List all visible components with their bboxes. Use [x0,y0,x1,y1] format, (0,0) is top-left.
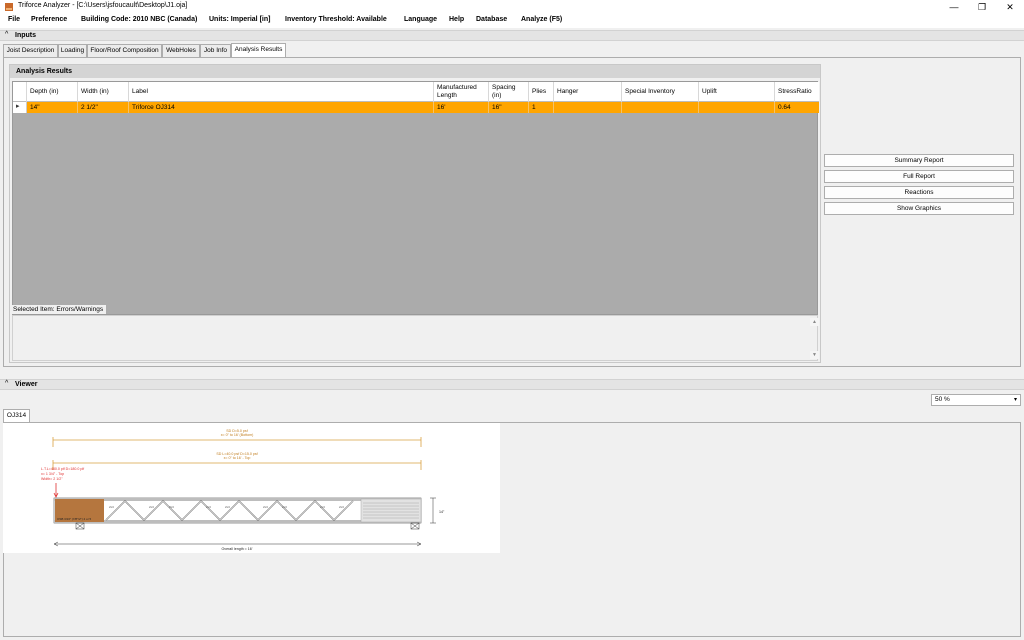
col-manufactured-length[interactable]: Manufactured Length [434,82,489,102]
menu-inventory-threshold[interactable]: Inventory Threshold: Available [285,16,387,23]
grid-header: Depth (in) Width (in) Label Manufactured… [13,82,819,102]
row-selector[interactable]: ▸ [13,102,27,113]
col-uplift[interactable]: Uplift [699,82,775,102]
web-label: 2x3 [263,505,268,509]
tab-job-info[interactable]: Job Info [200,44,231,57]
cell-length[interactable]: 16' [434,102,489,113]
support-left-icon [75,522,85,530]
app-icon [5,3,13,11]
full-report-button[interactable]: Full Report [824,170,1014,183]
menu-preference[interactable]: Preference [31,16,67,23]
col-hanger[interactable]: Hanger [554,82,622,102]
overall-length-line [53,541,422,547]
col-label[interactable]: Label [129,82,434,102]
tab-floor-roof-composition[interactable]: Floor/Roof Composition [87,44,162,57]
menu-units[interactable]: Units: Imperial [in] [209,16,270,23]
cell-special-inventory[interactable] [622,102,699,113]
point-load-text-1: L.T.L=480.0 plf D=180.0 plf [41,467,84,471]
web-label: 2x3 [339,505,344,509]
analysis-results-title: Analysis Results [16,68,73,75]
cell-depth[interactable]: 14" [27,102,78,113]
web-label: 2x3 [149,505,154,509]
close-icon[interactable]: ✕ [996,0,1024,14]
restore-icon[interactable]: ❐ [968,0,996,14]
errors-warnings-box[interactable]: ▲ ▼ [12,315,819,361]
live-load-line [52,460,422,470]
cell-plies[interactable]: 1 [529,102,554,113]
tab-webholes[interactable]: WebHoles [162,44,200,57]
cell-uplift[interactable] [699,102,775,113]
show-graphics-button[interactable]: Show Graphics [824,202,1014,215]
summary-report-button[interactable]: Summary Report [824,154,1014,167]
chevron-down-icon[interactable]: ▾ [1014,395,1017,405]
menu-analyze[interactable]: Analyze (F5) [521,16,562,23]
joist-body [53,497,422,524]
inputs-section-header[interactable]: ^ Inputs [0,30,1024,41]
analysis-results-panel: Analysis Results Depth (in) Width (in) L… [9,64,821,363]
web-label: 2x3 [225,505,230,509]
col-spacing[interactable]: Spacing (in) [489,82,529,102]
zoom-value: 50 % [935,396,950,403]
scroll-up-icon[interactable]: ▲ [810,318,819,326]
web-label: 2x3 [206,505,211,509]
web-label: 2x3 [282,505,287,509]
row-marker-icon: ▸ [16,103,20,110]
web-label: 2x3 [169,505,174,509]
col-plies[interactable]: Plies [529,82,554,102]
results-grid[interactable]: Depth (in) Width (in) Label Manufactured… [12,81,819,315]
col-stress-ratio[interactable]: StressRatio [775,82,819,102]
cell-width[interactable]: 2 1/2" [78,102,129,113]
menu-language[interactable]: Language [404,16,437,23]
analysis-results-header: Analysis Results [10,65,820,78]
dead-load-line [52,437,422,447]
viewer-section-title: Viewer [15,381,38,388]
scroll-down-icon[interactable]: ▼ [810,351,819,359]
web-label: 2x3 [109,505,114,509]
window-title: Triforce Analyzer - [C:\Users\jsfoucault… [18,2,188,9]
cell-spacing[interactable]: 16" [489,102,529,113]
joist-drawing-svg: SD D=5.0 psf x= 0" to 16' (Bottom) SD L=… [41,429,445,551]
depth-label: 14" [439,510,445,514]
menu-help[interactable]: Help [449,16,464,23]
point-load-text-3: Width= 2 1/2" [41,477,63,481]
inputs-section-title: Inputs [15,32,36,39]
title-bar: Triforce Analyzer - [C:\Users\jsfoucault… [0,0,1024,14]
menu-bar: File Preference Building Code: 2010 NBC … [0,14,1024,28]
menu-database[interactable]: Database [476,16,507,23]
tab-analysis-results[interactable]: Analysis Results [231,43,286,58]
joist-drawing[interactable]: SD D=5.0 psf x= 0" to 16' (Bottom) SD L=… [3,423,500,553]
zoom-select[interactable]: 50 % ▾ [931,394,1021,406]
menu-file[interactable]: File [8,16,20,23]
cell-stress-ratio[interactable]: 0.64 [775,102,819,113]
support-right-icon [410,522,420,530]
cell-hanger[interactable] [554,102,622,113]
reactions-button[interactable]: Reactions [824,186,1014,199]
point-load-arrow-icon [53,483,59,498]
cell-label[interactable]: Triforce OJ314 [129,102,434,113]
tab-loading[interactable]: Loading [58,44,87,57]
live-load-range: x= 0" to 16' - Top [224,456,251,460]
menu-building-code[interactable]: Building Code: 2010 NBC (Canada) [81,16,197,23]
point-load-text-2: x= 1 3/4" - Top [41,472,64,476]
chevron-up-icon[interactable]: ^ [5,380,8,387]
grid-corner [13,82,27,102]
selected-item-label: Selected Item: Errors/Warnings [12,305,106,314]
col-depth[interactable]: Depth (in) [27,82,78,102]
viewer-section-header[interactable]: ^ Viewer [0,379,1024,390]
overall-length-label: Overall length = 16' [222,547,253,551]
chord-label: OSB 3/16" (7/8"/2") 4 or 5 [57,517,92,521]
col-width[interactable]: Width (in) [78,82,129,102]
chevron-up-icon[interactable]: ^ [5,31,8,38]
table-row[interactable]: ▸ 14" 2 1/2" Triforce OJ314 16' 16" 1 0.… [13,102,819,113]
minimize-icon[interactable]: — [940,0,968,14]
tab-joist-description[interactable]: Joist Description [3,44,58,57]
col-special-inventory[interactable]: Special Inventory [622,82,699,102]
web-label: 2x3 [320,505,325,509]
depth-dimension [430,497,436,524]
tab-oj314[interactable]: OJ314 [3,409,30,423]
dead-load-range: x= 0" to 16' (Bottom) [221,433,254,437]
